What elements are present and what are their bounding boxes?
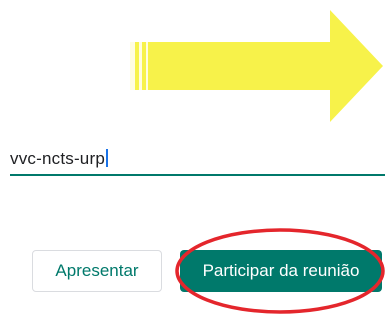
meeting-code-input[interactable]: vvc-ncts-urp <box>10 138 385 176</box>
join-meeting-button[interactable]: Participar da reunião <box>180 250 382 292</box>
input-underline <box>10 174 385 176</box>
text-caret <box>105 149 108 167</box>
screenshot-canvas: vvc-ncts-urp Apresentar Participar da re… <box>0 0 385 315</box>
present-button[interactable]: Apresentar <box>32 250 162 292</box>
arrow-right-icon <box>130 10 383 122</box>
join-meeting-button-label: Participar da reunião <box>202 261 360 280</box>
meeting-code-value: vvc-ncts-urp <box>10 149 108 169</box>
present-button-label: Apresentar <box>55 261 139 280</box>
